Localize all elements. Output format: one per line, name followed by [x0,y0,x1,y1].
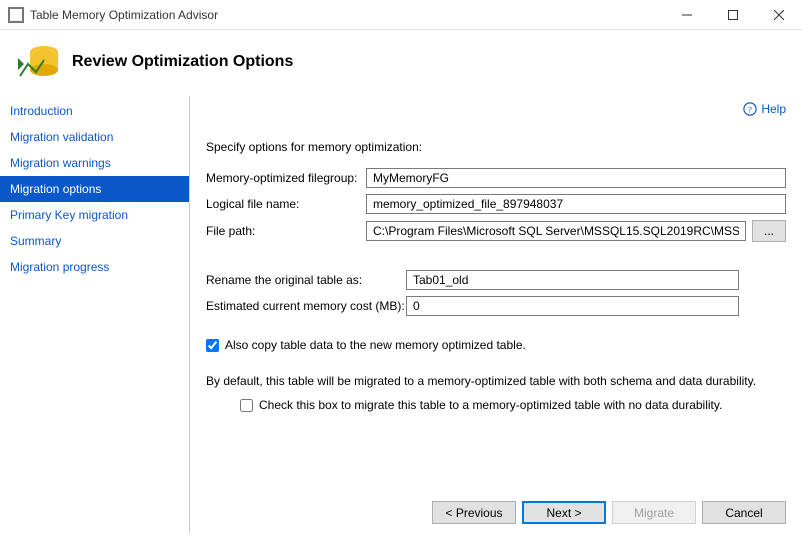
sidebar-item-primary-key-migration[interactable]: Primary Key migration [0,202,189,228]
minimize-button[interactable] [664,0,710,30]
help-link[interactable]: ? Help [743,102,786,116]
app-icon [8,7,24,23]
filegroup-label: Memory-optimized filegroup: [206,171,366,185]
wizard-footer: < Previous Next > Migrate Cancel [432,501,786,524]
close-button[interactable] [756,0,802,30]
page-title: Review Optimization Options [72,53,293,71]
browse-button[interactable]: ... [752,220,786,242]
help-label: Help [761,102,786,116]
sidebar-item-migration-warnings[interactable]: Migration warnings [0,150,189,176]
intro-text: Specify options for memory optimization: [206,140,786,154]
copy-data-label: Also copy table data to the new memory o… [225,338,526,352]
memcost-field[interactable] [406,296,739,316]
content-pane: ? Help Specify options for memory optimi… [190,96,802,534]
rename-field[interactable] [406,270,739,290]
logical-file-label: Logical file name: [206,197,366,211]
filepath-label: File path: [206,224,366,238]
copy-data-checkbox[interactable] [206,339,219,352]
filegroup-field[interactable] [366,168,786,188]
page-header: Review Optimization Options [0,30,802,96]
rename-label: Rename the original table as: [206,273,406,287]
wizard-icon [14,40,62,84]
memcost-label: Estimated current memory cost (MB): [206,299,406,313]
cancel-button[interactable]: Cancel [702,501,786,524]
sidebar: Introduction Migration validation Migrat… [0,96,190,534]
titlebar: Table Memory Optimization Advisor [0,0,802,30]
maximize-button[interactable] [710,0,756,30]
sidebar-item-summary[interactable]: Summary [0,228,189,254]
sidebar-item-migration-options[interactable]: Migration options [0,176,189,202]
no-durability-label: Check this box to migrate this table to … [259,398,722,412]
sidebar-item-migration-progress[interactable]: Migration progress [0,254,189,280]
sidebar-item-introduction[interactable]: Introduction [0,98,189,124]
logical-file-field[interactable] [366,194,786,214]
sidebar-item-migration-validation[interactable]: Migration validation [0,124,189,150]
filepath-field[interactable] [366,221,746,241]
durability-description: By default, this table will be migrated … [206,374,786,388]
svg-text:?: ? [748,105,752,115]
migrate-button: Migrate [612,501,696,524]
help-icon: ? [743,102,757,116]
previous-button[interactable]: < Previous [432,501,516,524]
next-button[interactable]: Next > [522,501,606,524]
window-title: Table Memory Optimization Advisor [30,8,218,22]
no-durability-checkbox[interactable] [240,399,253,412]
